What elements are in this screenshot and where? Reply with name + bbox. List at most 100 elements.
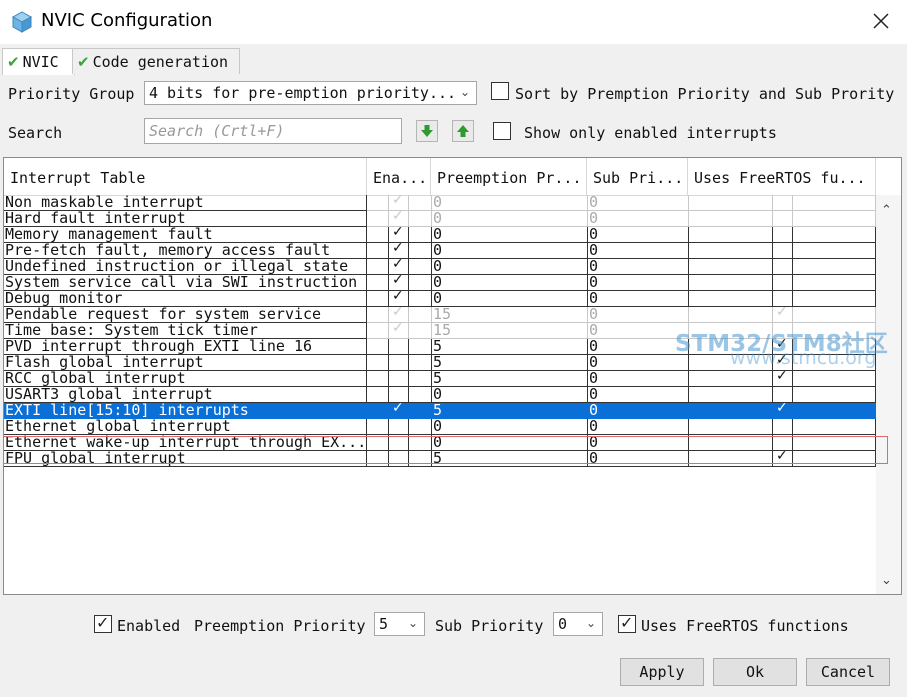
interrupt-name-cell[interactable]: Hard fault interrupt — [4, 211, 367, 227]
freertos-spacer-cell[interactable] — [793, 227, 876, 243]
freertos-spacer-cell[interactable] — [689, 275, 773, 291]
enabled-spacer-cell[interactable]: ✓ — [389, 195, 409, 211]
enabled-spacer-cell[interactable]: ✓ — [389, 243, 409, 259]
interrupt-name-cell[interactable]: System service call via SWI instruction — [4, 275, 367, 291]
freertos-cell[interactable] — [773, 243, 793, 259]
move-down-button[interactable] — [416, 120, 438, 142]
sub-priority-cell[interactable]: 0 — [588, 435, 689, 451]
sub-priority-cell[interactable]: 0 — [588, 259, 689, 275]
freertos-spacer-cell[interactable] — [793, 371, 876, 387]
preemption-spacer-cell[interactable] — [409, 307, 432, 323]
sub-priority-cell[interactable]: 0 — [588, 195, 689, 211]
freertos-spacer-cell[interactable] — [793, 403, 876, 419]
table-row[interactable]: Undefined instruction or illegal state ✓ 0… — [4, 259, 876, 275]
freertos-spacer-cell[interactable] — [793, 435, 876, 451]
enabled-spacer-cell[interactable] — [389, 355, 409, 371]
sub-priority-cell[interactable]: 0 — [588, 371, 689, 387]
table-row[interactable]: Pre-fetch fault, memory access fault ✓ 0 0 — [4, 243, 876, 259]
preemption-priority-select[interactable]: 5 ⌄ — [374, 612, 425, 636]
interrupt-name-cell[interactable]: Debug monitor — [4, 291, 367, 307]
cancel-button[interactable]: Cancel — [806, 658, 890, 686]
freertos-cell[interactable] — [773, 387, 793, 403]
enabled-cell[interactable] — [367, 243, 389, 259]
enabled-checkbox[interactable]: ✓ — [94, 613, 112, 633]
preemption-spacer-cell[interactable] — [409, 451, 432, 467]
sub-priority-cell[interactable]: 0 — [588, 291, 689, 307]
preemption-spacer-cell[interactable] — [409, 227, 432, 243]
apply-button[interactable]: Apply — [620, 658, 704, 686]
enabled-spacer-cell[interactable] — [389, 419, 409, 435]
enabled-cell[interactable] — [367, 387, 389, 403]
freertos-spacer-cell[interactable] — [689, 403, 773, 419]
interrupt-name-cell[interactable]: FPU global interrupt — [4, 451, 367, 467]
freertos-cell[interactable] — [773, 227, 793, 243]
sub-priority-cell[interactable]: 0 — [588, 403, 689, 419]
interrupt-name-cell[interactable]: USART3 global interrupt — [4, 387, 367, 403]
preemption-spacer-cell[interactable] — [409, 323, 432, 339]
table-row[interactable]: Ethernet global interrupt 0 0 — [4, 419, 876, 435]
enabled-cell[interactable] — [367, 451, 389, 467]
freertos-spacer-cell[interactable] — [689, 307, 773, 323]
freertos-spacer-cell[interactable] — [793, 259, 876, 275]
column-header-enabled[interactable]: Ena... — [367, 158, 431, 195]
enabled-cell[interactable] — [367, 291, 389, 307]
interrupt-name-cell[interactable]: Ethernet wake-up interrupt through EX... — [4, 435, 367, 451]
tab-nvic[interactable]: ✔ NVIC — [2, 48, 75, 75]
sub-priority-cell[interactable]: 0 — [588, 419, 689, 435]
sub-priority-cell[interactable]: 0 — [588, 307, 689, 323]
interrupt-name-cell[interactable]: Undefined instruction or illegal state — [4, 259, 367, 275]
enabled-cell[interactable] — [367, 307, 389, 323]
enabled-cell[interactable] — [367, 195, 389, 211]
enabled-cell[interactable] — [367, 211, 389, 227]
freertos-spacer-cell[interactable] — [793, 243, 876, 259]
search-input[interactable]: Search (Crtl+F) — [144, 118, 402, 144]
preemption-cell[interactable]: 15 — [432, 307, 588, 323]
freertos-cell[interactable] — [773, 195, 793, 211]
freertos-cell[interactable] — [773, 435, 793, 451]
preemption-spacer-cell[interactable] — [409, 275, 432, 291]
freertos-cell[interactable] — [773, 259, 793, 275]
scroll-up-icon[interactable]: ⌃ — [881, 203, 895, 218]
preemption-cell[interactable]: 0 — [432, 419, 588, 435]
table-row[interactable]: Memory management fault ✓ 0 0 — [4, 227, 876, 243]
preemption-cell[interactable]: 0 — [432, 435, 588, 451]
enabled-cell[interactable] — [367, 275, 389, 291]
enabled-cell[interactable] — [367, 323, 389, 339]
priority-group-select[interactable]: 4 bits for pre-emption priority... ⌄ — [144, 81, 477, 105]
freertos-cell[interactable]: ✓ — [773, 307, 793, 323]
interrupt-name-cell[interactable]: Pre-fetch fault, memory access fault — [4, 243, 367, 259]
enabled-cell[interactable] — [367, 419, 389, 435]
preemption-cell[interactable]: 0 — [432, 227, 588, 243]
sub-priority-cell[interactable]: 0 — [588, 243, 689, 259]
sub-priority-cell[interactable]: 0 — [588, 211, 689, 227]
interrupt-name-cell[interactable]: Pendable request for system service — [4, 307, 367, 323]
freertos-spacer-cell[interactable] — [689, 243, 773, 259]
freertos-spacer-cell[interactable] — [689, 291, 773, 307]
preemption-cell[interactable]: 0 — [432, 259, 588, 275]
enabled-spacer-cell[interactable] — [389, 371, 409, 387]
column-header-preemption[interactable]: Preemption Pr... — [431, 158, 587, 195]
preemption-spacer-cell[interactable] — [409, 371, 432, 387]
sub-priority-select[interactable]: 0 ⌄ — [553, 612, 603, 636]
preemption-cell[interactable]: 0 — [432, 275, 588, 291]
preemption-cell[interactable]: 0 — [432, 211, 588, 227]
enabled-cell[interactable] — [367, 227, 389, 243]
sort-checkbox[interactable] — [491, 82, 509, 100]
interrupt-name-cell[interactable]: Time base: System tick timer — [4, 323, 367, 339]
column-header-interrupt[interactable]: Interrupt Table — [4, 158, 367, 195]
enabled-spacer-cell[interactable]: ✓ — [389, 403, 409, 419]
sub-priority-cell[interactable]: 0 — [588, 339, 689, 355]
freertos-spacer-cell[interactable] — [689, 371, 773, 387]
freertos-checkbox[interactable]: ✓ — [618, 613, 636, 633]
ok-button[interactable]: Ok — [713, 658, 797, 686]
preemption-cell[interactable]: 5 — [432, 339, 588, 355]
close-icon[interactable] — [871, 10, 891, 32]
table-row[interactable]: USART3 global interrupt 0 0 — [4, 387, 876, 403]
freertos-spacer-cell[interactable] — [793, 211, 876, 227]
enabled-cell[interactable] — [367, 339, 389, 355]
interrupt-name-cell[interactable]: Flash global interrupt — [4, 355, 367, 371]
enabled-cell[interactable] — [367, 371, 389, 387]
table-row[interactable]: FPU global interrupt 5 0 ✓ — [4, 451, 876, 467]
preemption-spacer-cell[interactable] — [409, 339, 432, 355]
interrupt-name-cell[interactable]: Ethernet global interrupt — [4, 419, 367, 435]
